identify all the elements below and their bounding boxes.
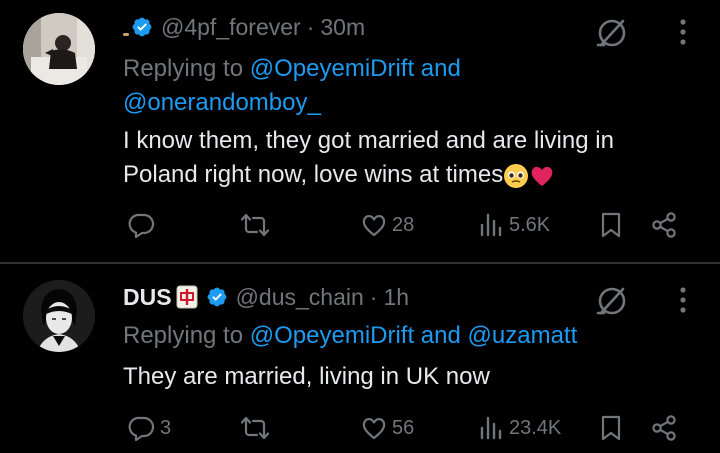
views-count: 23.4K [509,416,562,439]
tweet-divider [0,262,720,264]
red-heart-icon [531,166,553,186]
handle[interactable]: @dus_chain [236,284,364,311]
reply-icon [128,213,155,239]
reply-icon [128,416,155,442]
mute-icon[interactable] [594,14,630,50]
like-count: 28 [392,213,415,236]
replying-to: Replying to @OpeyemiDrift and [123,52,461,86]
retweet-icon [240,213,270,237]
name-emoji-fragment [123,16,129,38]
pleading-face-icon [504,163,529,188]
tweet-header: @4pf_forever · 30m [123,10,365,44]
views-chart-icon [480,213,502,237]
tweet-text-line-2: Poland right now, love wins at times [123,158,555,192]
more-options-icon[interactable] [679,17,687,47]
replying-to-label: Replying to [123,55,244,82]
replying-to: Replying to @OpeyemiDrift and @uzamatt [123,319,577,353]
timestamp[interactable]: 1h [383,284,409,311]
retweet-button[interactable] [240,205,274,245]
reply-button[interactable]: 3 [128,408,171,448]
retweet-icon [240,416,270,440]
heart-icon [362,214,386,237]
tweet[interactable]: DUS @dus_chain · 1h Replying to @Opeyemi… [0,265,720,453]
tweet[interactable]: @4pf_forever · 30m Replying to @OpeyemiD… [0,0,720,262]
like-button[interactable]: 28 [360,205,414,245]
tweet-text: Poland right now, love wins at times [123,161,504,188]
avatar[interactable] [23,280,95,352]
views-button[interactable]: 5.6K [477,205,550,245]
tweet-text-line: I know them, they got married and are li… [123,127,614,154]
bookmark-icon [601,415,621,441]
tweet-actions: 3 56 23.4K [0,408,720,448]
mute-icon[interactable] [594,282,630,318]
verified-badge-icon [207,287,226,307]
share-button[interactable] [650,408,678,448]
tweet-header: DUS @dus_chain · 1h [123,280,409,314]
share-icon [652,415,676,441]
tweet-text: They are married, living in UK now [123,363,490,390]
handle[interactable]: @4pf_forever [161,14,301,41]
retweet-button[interactable] [240,408,274,448]
like-count: 56 [392,416,415,439]
bookmark-button[interactable] [598,205,624,245]
replying-to-continued: @onerandomboy_ [123,86,321,120]
reply-count: 3 [160,416,172,439]
separator-dot: · [306,13,315,40]
views-chart-icon [480,416,502,440]
views-button[interactable]: 23.4K [477,408,561,448]
replying-to-link[interactable]: @onerandomboy_ [123,89,321,116]
more-options-icon[interactable] [679,285,687,315]
avatar-image [23,280,95,352]
like-button[interactable]: 56 [360,408,414,448]
separator-dot: · [369,283,378,310]
bookmark-icon [601,212,621,238]
views-count: 5.6K [509,213,551,236]
share-button[interactable] [650,205,678,245]
share-icon [652,212,676,238]
display-name[interactable]: DUS [123,284,172,311]
avatar-image [23,13,95,85]
replying-to-label: Replying to [123,322,244,349]
tweet-actions: 28 5.6K [0,205,720,245]
verified-badge-icon [132,17,152,37]
heart-icon [362,417,386,440]
replying-to-links[interactable]: @OpeyemiDrift and [250,55,461,82]
mahjong-tile-icon [176,285,198,309]
bookmark-button[interactable] [598,408,624,448]
avatar[interactable] [23,13,95,85]
reply-button[interactable] [128,205,160,245]
replying-to-links[interactable]: @OpeyemiDrift and @uzamatt [250,322,578,349]
timestamp[interactable]: 30m [320,14,365,41]
